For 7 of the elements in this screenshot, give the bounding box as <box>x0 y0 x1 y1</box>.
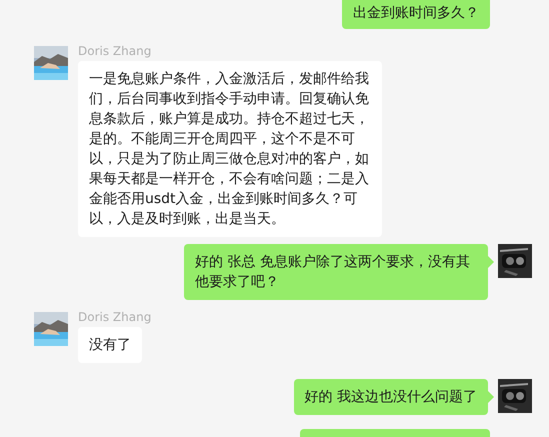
message-bubble: 出金到账时间多久？ <box>342 0 490 29</box>
sender-name: Doris Zhang <box>78 310 152 324</box>
message-bubble: 好的 张总 免息账户除了这两个要求，没有其他要求了吧？ <box>184 244 488 300</box>
message-bubble: 没有了 <box>78 327 142 363</box>
sender-name: Doris Zhang <box>78 44 152 58</box>
message-bubble: 好的 我这边也没什么问题了 <box>294 379 488 415</box>
message-bubble: 一是免息账户条件，入金激活后，发邮件给我们，后台同事收到指令手动申请。回复确认免息条款后，账户算是成功。持仓不超过七天，是的。不能周三开仓周四平，这个不是不可以，只是为了防止周三做仓息对冲的客户，如果每天都是一样开仓，不会有啥问题；二是入金能否用usdt入金，出金到账时间多久？可以，入是及时到账，出是当天。 <box>78 61 382 237</box>
